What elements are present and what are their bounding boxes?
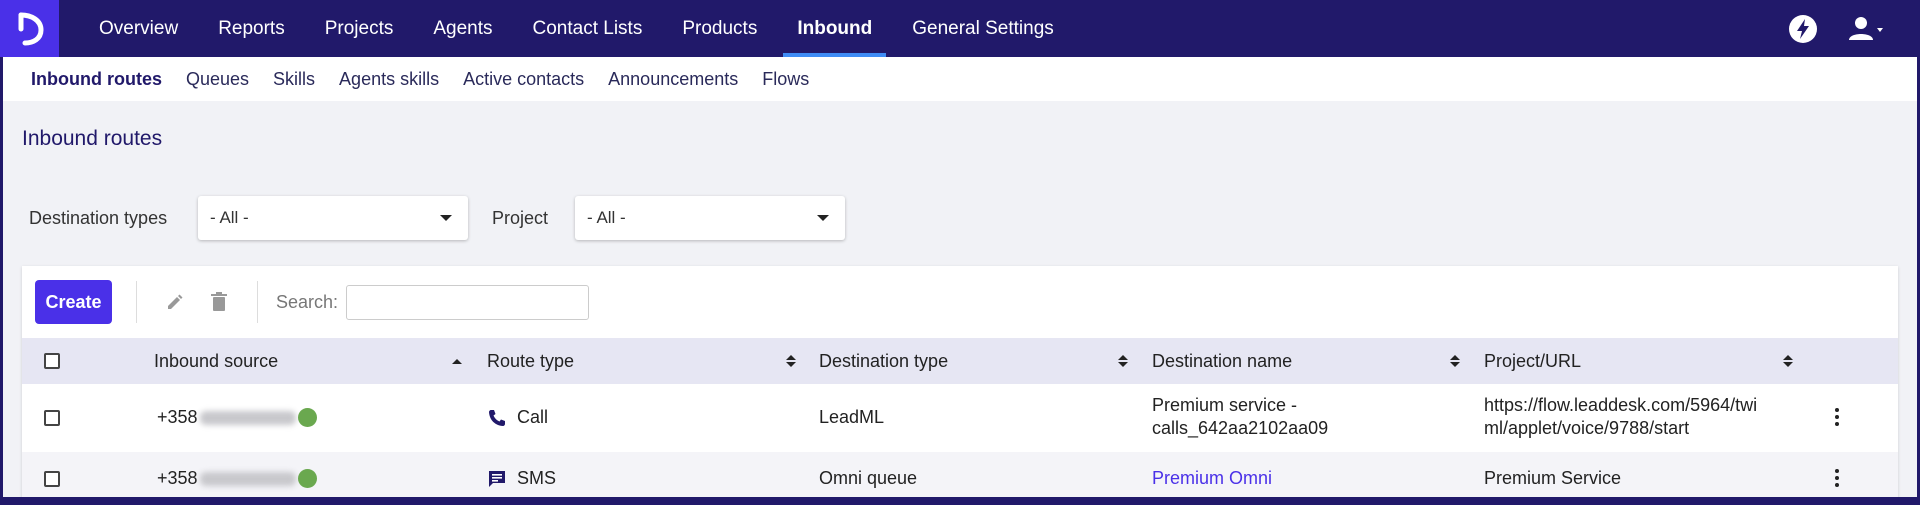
column-header-inbound-source[interactable]: Inbound source [154,338,278,384]
project-url-line1: https://flow.leaddesk.com/5964/twi [1484,395,1758,415]
route-type-label: Call [517,407,549,427]
window-frame-bottom [0,497,1920,505]
subnav-queues[interactable]: Queues [174,69,261,90]
row-menu-kebab-icon[interactable] [1827,408,1847,426]
toolbar-divider [257,281,258,323]
top-navigation: Overview Reports Projects Agents Contact… [0,0,1920,57]
search-label: Search: [276,291,339,312]
chevron-down-icon [440,215,452,221]
nav-item-contact-lists[interactable]: Contact Lists [513,0,663,57]
table-row[interactable]: +358 Call LeadML Premium service - calls… [22,384,1898,452]
destination-name-link[interactable]: Premium Omni [1152,467,1272,490]
destination-type-cell: LeadML [819,407,885,427]
redacted-number [199,471,296,486]
phone-number-prefix: +358 [157,407,198,427]
subnav-agents-skills[interactable]: Agents skills [327,69,451,90]
row-checkbox[interactable] [44,410,60,426]
select-all-checkbox[interactable] [44,353,60,369]
inbound-source-cell: +358 [157,467,317,490]
project-url-line2: ml/applet/voice/9788/start [1484,418,1690,438]
lightning-icon[interactable] [1788,14,1818,44]
delete-trash-icon[interactable] [205,288,233,316]
destination-type-cell: Omni queue [819,468,918,488]
inbound-routes-panel: Create Search: Inbound source Route type… [22,266,1898,505]
sort-icon[interactable] [1118,338,1128,384]
column-header-destination-type[interactable]: Destination type [819,338,948,384]
destination-types-label: Destination types [29,208,168,228]
column-header-destination-name[interactable]: Destination name [1152,338,1292,384]
phone-icon [487,408,509,428]
page-title: Inbound routes [22,127,163,150]
route-type-label: SMS [517,468,557,488]
subnav-inbound-routes[interactable]: Inbound routes [19,69,174,90]
table-toolbar: Create Search: [22,266,1898,338]
create-button[interactable]: Create [35,280,112,324]
whatsapp-icon [297,469,317,488]
toolbar-divider [136,281,137,323]
sort-ascending-icon[interactable] [452,338,462,384]
destination-name-line2: calls_642aa2102aa09 [1152,418,1329,438]
nav-item-products[interactable]: Products [662,0,777,57]
inbound-source-cell: +358 [157,406,317,429]
nav-item-agents[interactable]: Agents [413,0,512,57]
subnav-announcements[interactable]: Announcements [596,69,750,90]
destination-types-select[interactable]: - All - [198,196,468,240]
sort-icon[interactable] [1783,338,1793,384]
row-checkbox[interactable] [44,471,60,487]
column-header-route-type[interactable]: Route type [487,338,574,384]
project-filter-label: Project [492,208,549,228]
project-url-cell: Premium Service [1484,468,1622,488]
project-select-value: - All - [587,208,626,227]
sort-icon[interactable] [1450,338,1460,384]
whatsapp-icon [297,408,317,427]
nav-item-overview[interactable]: Overview [79,0,198,57]
sub-navigation: Inbound routes Queues Skills Agents skil… [0,57,1920,101]
window-frame-left [0,57,3,505]
destination-name-line1: Premium service - [1152,395,1298,415]
destination-types-value: - All - [210,208,249,227]
subnav-skills[interactable]: Skills [261,69,327,90]
phone-number-prefix: +358 [157,468,198,488]
nav-item-projects[interactable]: Projects [305,0,414,57]
table-header: Inbound source Route type Destination ty… [22,338,1898,384]
nav-item-general-settings[interactable]: General Settings [892,0,1074,57]
nav-item-reports[interactable]: Reports [198,0,305,57]
sort-icon[interactable] [786,338,796,384]
redacted-number [199,410,296,425]
destination-name-cell: Premium service - calls_642aa2102aa09 [1152,394,1328,440]
chevron-down-icon [817,215,829,221]
column-header-project-url[interactable]: Project/URL [1484,338,1581,384]
sms-icon [487,469,509,489]
route-type-cell: Call [487,406,548,429]
user-account-icon[interactable] [1848,14,1886,44]
project-url-cell: https://flow.leaddesk.com/5964/twi ml/ap… [1484,394,1757,440]
subnav-flows[interactable]: Flows [750,69,821,90]
row-menu-kebab-icon[interactable] [1827,469,1847,487]
main-nav-items: Overview Reports Projects Agents Contact… [79,0,1074,57]
project-select[interactable]: - All - [575,196,845,240]
subnav-active-contacts[interactable]: Active contacts [451,69,596,90]
leaddesk-logo-icon[interactable] [0,0,59,57]
search-input[interactable] [346,284,590,320]
edit-pencil-icon[interactable] [161,288,189,316]
route-type-cell: SMS [487,467,556,490]
nav-item-inbound[interactable]: Inbound [777,0,892,57]
